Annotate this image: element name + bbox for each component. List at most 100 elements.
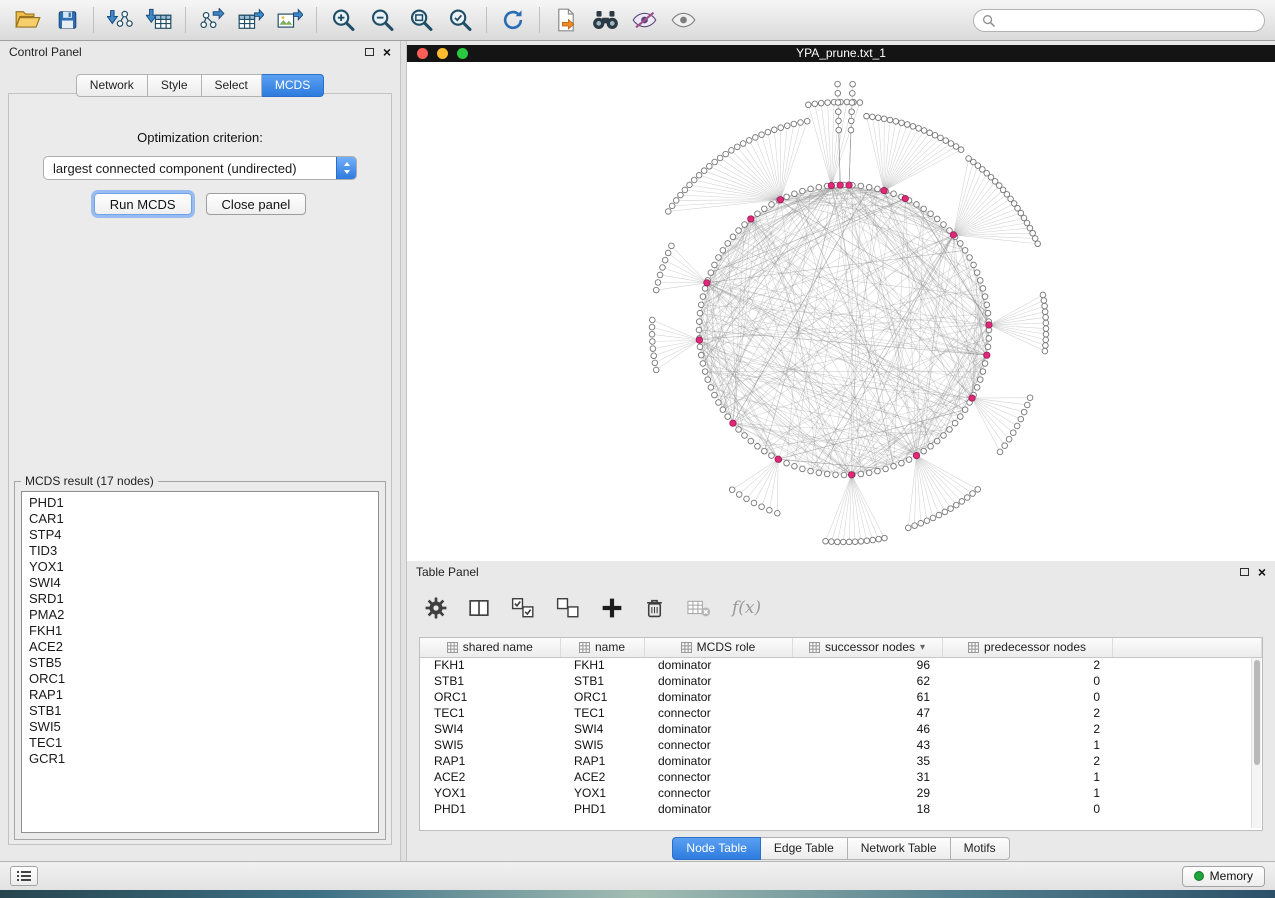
cell-successors[interactable]: 18 — [792, 801, 942, 817]
cell-name[interactable]: STB1 — [560, 673, 644, 689]
cell-shared-name[interactable]: STB1 — [420, 673, 560, 689]
cell-name[interactable]: SWI4 — [560, 721, 644, 737]
cell-name[interactable]: TEC1 — [560, 705, 644, 721]
run-mcds-button[interactable]: Run MCDS — [94, 193, 192, 215]
table-row[interactable]: ACE2ACE2connector311 — [420, 769, 1262, 785]
function-builder-button[interactable]: f(x) — [732, 598, 761, 618]
cell-role[interactable]: dominator — [644, 673, 792, 689]
panel-splitter[interactable] — [400, 41, 407, 861]
cell-shared-name[interactable]: FKH1 — [420, 657, 560, 673]
cell-shared-name[interactable]: YOX1 — [420, 785, 560, 801]
column-header-shared-name[interactable]: shared name — [420, 638, 560, 657]
float-table-panel-icon[interactable] — [1240, 568, 1249, 576]
delete-table-button[interactable] — [686, 598, 711, 618]
zoom-fit-button[interactable] — [403, 4, 439, 36]
tab-style[interactable]: Style — [148, 74, 202, 97]
cell-successors[interactable]: 46 — [792, 721, 942, 737]
tab-network-table[interactable]: Network Table — [848, 837, 951, 860]
cell-successors[interactable]: 31 — [792, 769, 942, 785]
cell-successors[interactable]: 47 — [792, 705, 942, 721]
mcds-result-item[interactable]: SRD1 — [29, 591, 371, 607]
mcds-result-item[interactable]: STP4 — [29, 527, 371, 543]
cell-successors[interactable]: 43 — [792, 737, 942, 753]
column-header-name[interactable]: name — [560, 638, 644, 657]
network-graph[interactable] — [407, 62, 1275, 561]
zoom-selected-button[interactable] — [442, 4, 478, 36]
memory-button[interactable]: Memory — [1182, 866, 1265, 887]
tab-motifs[interactable]: Motifs — [951, 837, 1010, 860]
cell-predecessors[interactable]: 1 — [942, 737, 1112, 753]
search-binoculars-button[interactable] — [587, 4, 623, 36]
mcds-result-item[interactable]: STB5 — [29, 655, 371, 671]
add-column-button[interactable] — [601, 597, 623, 619]
table-row[interactable]: STB1STB1dominator620 — [420, 673, 1262, 689]
save-session-button[interactable] — [49, 4, 85, 36]
cell-shared-name[interactable]: SWI5 — [420, 737, 560, 753]
close-table-panel-icon[interactable]: × — [1258, 566, 1266, 578]
table-row[interactable]: ORC1ORC1dominator610 — [420, 689, 1262, 705]
table-row[interactable]: FKH1FKH1dominator962 — [420, 657, 1262, 673]
tab-mcds[interactable]: MCDS — [262, 74, 324, 97]
delete-column-button[interactable] — [644, 597, 665, 619]
mcds-result-item[interactable]: FKH1 — [29, 623, 371, 639]
mcds-result-item[interactable]: PMA2 — [29, 607, 371, 623]
cell-role[interactable]: dominator — [644, 801, 792, 817]
table-scrollbar-thumb[interactable] — [1254, 660, 1260, 765]
table-row[interactable]: YOX1YOX1connector291 — [420, 785, 1262, 801]
cell-role[interactable]: dominator — [644, 689, 792, 705]
cell-predecessors[interactable]: 0 — [942, 689, 1112, 705]
cell-predecessors[interactable]: 2 — [942, 657, 1112, 673]
cell-shared-name[interactable]: PHD1 — [420, 801, 560, 817]
search-input[interactable] — [1001, 13, 1256, 27]
mcds-result-list[interactable]: PHD1CAR1STP4TID3YOX1SWI4SRD1PMA2FKH1ACE2… — [21, 491, 379, 833]
deselect-all-button[interactable] — [556, 597, 580, 619]
cell-name[interactable]: PHD1 — [560, 801, 644, 817]
hide-unselected-button[interactable] — [626, 4, 662, 36]
column-header-mcds-role[interactable]: MCDS role — [644, 638, 792, 657]
cell-role[interactable]: connector — [644, 705, 792, 721]
table-row[interactable]: SWI4SWI4dominator462 — [420, 721, 1262, 737]
cell-shared-name[interactable]: TEC1 — [420, 705, 560, 721]
criterion-select[interactable]: largest connected component (undirected) — [43, 156, 357, 180]
cell-role[interactable]: connector — [644, 785, 792, 801]
mcds-result-item[interactable]: SWI5 — [29, 719, 371, 735]
mcds-result-item[interactable]: YOX1 — [29, 559, 371, 575]
mcds-result-item[interactable]: STB1 — [29, 703, 371, 719]
cell-role[interactable]: dominator — [644, 753, 792, 769]
cell-name[interactable]: ORC1 — [560, 689, 644, 705]
table-row[interactable]: SWI5SWI5connector431 — [420, 737, 1262, 753]
zoom-out-button[interactable] — [364, 4, 400, 36]
cell-successors[interactable]: 29 — [792, 785, 942, 801]
mcds-result-item[interactable]: ACE2 — [29, 639, 371, 655]
close-panel-button[interactable]: Close panel — [206, 193, 307, 215]
mcds-result-item[interactable]: SWI4 — [29, 575, 371, 591]
cell-successors[interactable]: 96 — [792, 657, 942, 673]
cell-predecessors[interactable]: 0 — [942, 801, 1112, 817]
cell-name[interactable]: RAP1 — [560, 753, 644, 769]
table-row[interactable]: RAP1RAP1dominator352 — [420, 753, 1262, 769]
import-network-button[interactable] — [102, 4, 138, 36]
tab-select[interactable]: Select — [202, 74, 262, 97]
cell-role[interactable]: dominator — [644, 721, 792, 737]
mcds-result-item[interactable]: GCR1 — [29, 751, 371, 767]
cell-predecessors[interactable]: 2 — [942, 753, 1112, 769]
table-settings-button[interactable] — [425, 597, 447, 619]
mcds-result-item[interactable]: TEC1 — [29, 735, 371, 751]
mcds-result-item[interactable]: ORC1 — [29, 671, 371, 687]
open-file-button[interactable] — [10, 4, 46, 36]
cell-predecessors[interactable]: 2 — [942, 721, 1112, 737]
cell-name[interactable]: FKH1 — [560, 657, 644, 673]
column-header-successor-nodes[interactable]: successor nodes▾ — [792, 638, 942, 657]
cell-successors[interactable]: 62 — [792, 673, 942, 689]
zoom-in-button[interactable] — [325, 4, 361, 36]
export-network-button[interactable] — [194, 4, 230, 36]
table-scrollbar[interactable] — [1251, 658, 1261, 828]
split-columns-button[interactable] — [468, 597, 490, 619]
cell-shared-name[interactable]: ACE2 — [420, 769, 560, 785]
cell-successors[interactable]: 35 — [792, 753, 942, 769]
cell-predecessors[interactable]: 2 — [942, 705, 1112, 721]
cell-predecessors[interactable]: 1 — [942, 785, 1112, 801]
cell-name[interactable]: SWI5 — [560, 737, 644, 753]
cell-shared-name[interactable]: ORC1 — [420, 689, 560, 705]
cell-role[interactable]: dominator — [644, 657, 792, 673]
